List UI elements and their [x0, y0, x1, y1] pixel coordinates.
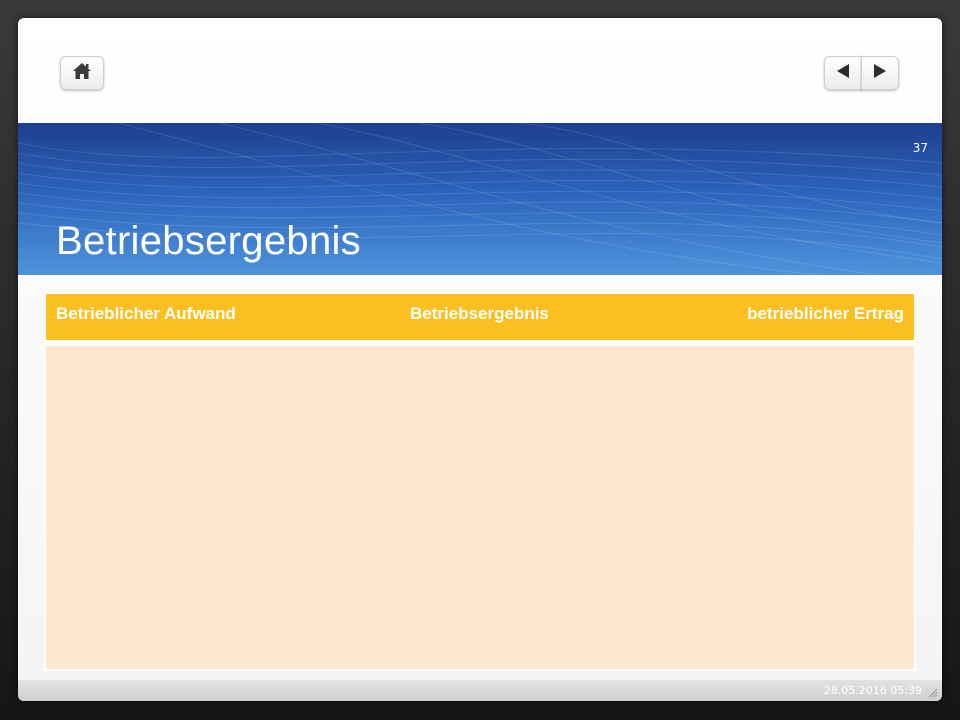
- slide-title: Betriebsergebnis: [56, 219, 361, 263]
- footer-bar: 28.05.2016 05:39: [18, 680, 942, 701]
- column-header-betrieblicher-aufwand: Betrieblicher Aufwand: [56, 304, 236, 323]
- slide-navigation: [824, 56, 900, 90]
- column-header-betriebsergebnis: Betriebsergebnis: [410, 304, 549, 323]
- previous-slide-button[interactable]: [824, 56, 862, 90]
- footer-date: 28.05.2016 05:39: [823, 684, 922, 697]
- slide-number: 37: [912, 141, 928, 155]
- table-body: [44, 344, 916, 671]
- title-band: 37 Betriebsergebnis: [18, 123, 942, 275]
- column-header-betrieblicher-ertrag: betrieblicher Ertrag: [747, 304, 904, 323]
- home-icon: [72, 62, 92, 85]
- table-header-row: Betrieblicher Aufwand Betriebsergebnis b…: [44, 292, 916, 342]
- home-button[interactable]: [60, 56, 104, 90]
- slide: 37 Betriebsergebnis Betrieblicher Aufwan…: [18, 18, 942, 701]
- resize-grip-icon: [926, 685, 938, 701]
- triangle-left-icon: [836, 63, 850, 84]
- triangle-right-icon: [873, 63, 887, 84]
- next-slide-button[interactable]: [861, 56, 899, 90]
